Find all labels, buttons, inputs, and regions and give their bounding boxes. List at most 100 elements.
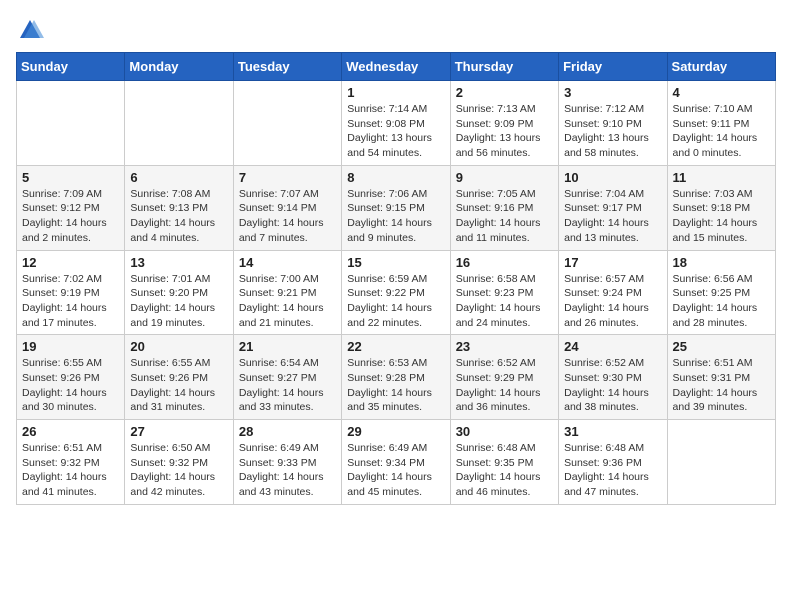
calendar-cell: 8Sunrise: 7:06 AM Sunset: 9:15 PM Daylig…	[342, 165, 450, 250]
weekday-header: Wednesday	[342, 53, 450, 81]
calendar-cell: 17Sunrise: 6:57 AM Sunset: 9:24 PM Dayli…	[559, 250, 667, 335]
day-number: 16	[456, 255, 553, 270]
day-number: 29	[347, 424, 444, 439]
calendar-cell: 14 Sunrise: 7:00 AM Sunset: 9:21 PM Dayli…	[233, 250, 341, 335]
calendar-cell: 15Sunrise: 6:59 AM Sunset: 9:22 PM Dayli…	[342, 250, 450, 335]
calendar-week-row: 19 Sunrise: 6:55 AM Sunset: 9:26 PM Dayli…	[17, 335, 776, 420]
day-number: 20	[130, 339, 227, 354]
day-number: 7	[239, 170, 336, 185]
weekday-header-row: SundayMondayTuesdayWednesdayThursdayFrid…	[17, 53, 776, 81]
day-info: Sunrise: 7:00 AM Sunset: 9:21 PM Dayligh…	[239, 272, 336, 331]
day-info: Sunrise: 6:57 AM Sunset: 9:24 PM Dayligh…	[564, 272, 661, 331]
calendar-cell	[667, 420, 775, 505]
day-info: Sunrise: 6:58 AM Sunset: 9:23 PM Dayligh…	[456, 272, 553, 331]
day-info: Sunrise: 6:56 AM Sunset: 9:25 PM Dayligh…	[673, 272, 770, 331]
calendar-cell: 27 Sunrise: 6:50 AM Sunset: 9:32 PM Dayli…	[125, 420, 233, 505]
day-info: Sunrise: 6:51 AM Sunset: 9:32 PM Dayligh…	[22, 441, 119, 500]
weekday-header: Friday	[559, 53, 667, 81]
calendar-cell: 13 Sunrise: 7:01 AM Sunset: 9:20 PM Dayli…	[125, 250, 233, 335]
calendar-cell: 29 Sunrise: 6:49 AM Sunset: 9:34 PM Dayli…	[342, 420, 450, 505]
day-info: Sunrise: 6:55 AM Sunset: 9:26 PM Dayligh…	[130, 356, 227, 415]
day-number: 6	[130, 170, 227, 185]
day-number: 11	[673, 170, 770, 185]
calendar-cell: 11 Sunrise: 7:03 AM Sunset: 9:18 PM Dayli…	[667, 165, 775, 250]
day-info: Sunrise: 6:52 AM Sunset: 9:30 PM Dayligh…	[564, 356, 661, 415]
day-number: 28	[239, 424, 336, 439]
day-number: 27	[130, 424, 227, 439]
calendar-cell: 10 Sunrise: 7:04 AM Sunset: 9:17 PM Dayli…	[559, 165, 667, 250]
calendar-cell: 25 Sunrise: 6:51 AM Sunset: 9:31 PM Dayli…	[667, 335, 775, 420]
day-number: 8	[347, 170, 444, 185]
day-info: Sunrise: 6:49 AM Sunset: 9:33 PM Dayligh…	[239, 441, 336, 500]
day-info: Sunrise: 6:48 AM Sunset: 9:36 PM Dayligh…	[564, 441, 661, 500]
calendar-cell: 12 Sunrise: 7:02 AM Sunset: 9:19 PM Dayli…	[17, 250, 125, 335]
day-number: 30	[456, 424, 553, 439]
calendar-cell: 31 Sunrise: 6:48 AM Sunset: 9:36 PM Dayli…	[559, 420, 667, 505]
day-info: Sunrise: 6:52 AM Sunset: 9:29 PM Dayligh…	[456, 356, 553, 415]
calendar-cell: 22 Sunrise: 6:53 AM Sunset: 9:28 PM Dayli…	[342, 335, 450, 420]
day-number: 25	[673, 339, 770, 354]
day-number: 9	[456, 170, 553, 185]
day-info: Sunrise: 7:07 AM Sunset: 9:14 PM Dayligh…	[239, 187, 336, 246]
calendar-cell: 20 Sunrise: 6:55 AM Sunset: 9:26 PM Dayli…	[125, 335, 233, 420]
day-number: 4	[673, 85, 770, 100]
day-info: Sunrise: 6:51 AM Sunset: 9:31 PM Dayligh…	[673, 356, 770, 415]
calendar-cell: 21 Sunrise: 6:54 AM Sunset: 9:27 PM Dayli…	[233, 335, 341, 420]
day-number: 13	[130, 255, 227, 270]
day-info: Sunrise: 7:14 AM Sunset: 9:08 PM Dayligh…	[347, 102, 444, 161]
calendar-cell: 26 Sunrise: 6:51 AM Sunset: 9:32 PM Dayli…	[17, 420, 125, 505]
day-number: 31	[564, 424, 661, 439]
calendar-cell: 28 Sunrise: 6:49 AM Sunset: 9:33 PM Dayli…	[233, 420, 341, 505]
calendar-cell: 23 Sunrise: 6:52 AM Sunset: 9:29 PM Dayli…	[450, 335, 558, 420]
day-info: Sunrise: 7:13 AM Sunset: 9:09 PM Dayligh…	[456, 102, 553, 161]
calendar-cell	[17, 81, 125, 166]
calendar-cell: 7 Sunrise: 7:07 AM Sunset: 9:14 PM Daylig…	[233, 165, 341, 250]
calendar-table: SundayMondayTuesdayWednesdayThursdayFrid…	[16, 52, 776, 505]
day-info: Sunrise: 6:54 AM Sunset: 9:27 PM Dayligh…	[239, 356, 336, 415]
day-number: 15	[347, 255, 444, 270]
page-header	[16, 16, 776, 44]
day-info: Sunrise: 7:12 AM Sunset: 9:10 PM Dayligh…	[564, 102, 661, 161]
day-info: Sunrise: 7:01 AM Sunset: 9:20 PM Dayligh…	[130, 272, 227, 331]
day-number: 14	[239, 255, 336, 270]
day-number: 5	[22, 170, 119, 185]
day-info: Sunrise: 7:10 AM Sunset: 9:11 PM Dayligh…	[673, 102, 770, 161]
calendar-cell	[125, 81, 233, 166]
calendar-cell: 16 Sunrise: 6:58 AM Sunset: 9:23 PM Dayli…	[450, 250, 558, 335]
day-number: 12	[22, 255, 119, 270]
calendar-cell: 9Sunrise: 7:05 AM Sunset: 9:16 PM Daylig…	[450, 165, 558, 250]
day-number: 26	[22, 424, 119, 439]
day-info: Sunrise: 7:02 AM Sunset: 9:19 PM Dayligh…	[22, 272, 119, 331]
day-info: Sunrise: 7:08 AM Sunset: 9:13 PM Dayligh…	[130, 187, 227, 246]
weekday-header: Sunday	[17, 53, 125, 81]
day-number: 22	[347, 339, 444, 354]
day-number: 1	[347, 85, 444, 100]
calendar-week-row: 1 Sunrise: 7:14 AM Sunset: 9:08 PM Daylig…	[17, 81, 776, 166]
weekday-header: Thursday	[450, 53, 558, 81]
day-info: Sunrise: 6:48 AM Sunset: 9:35 PM Dayligh…	[456, 441, 553, 500]
day-number: 3	[564, 85, 661, 100]
day-number: 21	[239, 339, 336, 354]
weekday-header: Monday	[125, 53, 233, 81]
calendar-week-row: 26 Sunrise: 6:51 AM Sunset: 9:32 PM Dayli…	[17, 420, 776, 505]
day-number: 19	[22, 339, 119, 354]
calendar-week-row: 12 Sunrise: 7:02 AM Sunset: 9:19 PM Dayli…	[17, 250, 776, 335]
day-number: 2	[456, 85, 553, 100]
calendar-week-row: 5Sunrise: 7:09 AM Sunset: 9:12 PM Daylig…	[17, 165, 776, 250]
logo-icon	[16, 16, 44, 44]
calendar-cell: 30 Sunrise: 6:48 AM Sunset: 9:35 PM Dayli…	[450, 420, 558, 505]
day-info: Sunrise: 6:49 AM Sunset: 9:34 PM Dayligh…	[347, 441, 444, 500]
day-info: Sunrise: 6:50 AM Sunset: 9:32 PM Dayligh…	[130, 441, 227, 500]
day-number: 10	[564, 170, 661, 185]
calendar-cell: 19Sunrise: 6:55 AM Sunset: 9:26 PM Dayli…	[17, 335, 125, 420]
calendar-cell: 5Sunrise: 7:09 AM Sunset: 9:12 PM Daylig…	[17, 165, 125, 250]
logo	[16, 16, 48, 44]
day-info: Sunrise: 6:53 AM Sunset: 9:28 PM Dayligh…	[347, 356, 444, 415]
calendar-cell: 6 Sunrise: 7:08 AM Sunset: 9:13 PM Daylig…	[125, 165, 233, 250]
weekday-header: Saturday	[667, 53, 775, 81]
calendar-cell	[233, 81, 341, 166]
day-number: 23	[456, 339, 553, 354]
weekday-header: Tuesday	[233, 53, 341, 81]
day-info: Sunrise: 7:04 AM Sunset: 9:17 PM Dayligh…	[564, 187, 661, 246]
day-info: Sunrise: 7:03 AM Sunset: 9:18 PM Dayligh…	[673, 187, 770, 246]
